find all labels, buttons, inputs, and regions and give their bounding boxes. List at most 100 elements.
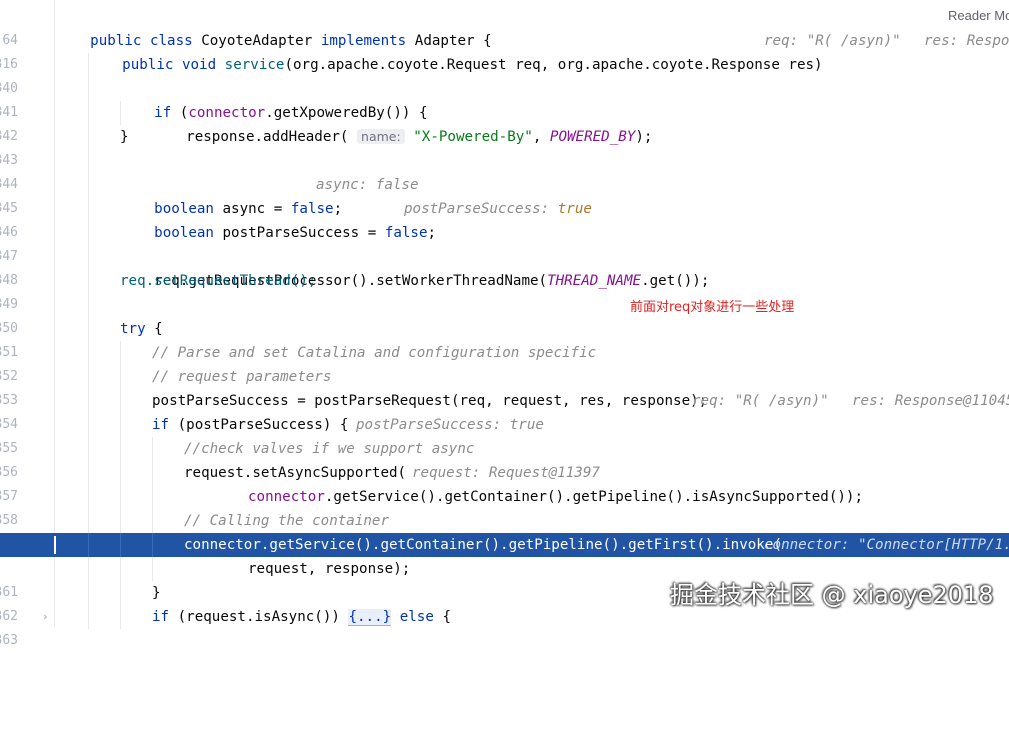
- indent-guide: [152, 509, 153, 533]
- code-line-346[interactable]: 346 boolean postParseSuccess = false; po…: [0, 197, 1009, 241]
- condition: (request.isAsync()): [177, 609, 349, 625]
- indent-guide: [120, 605, 121, 629]
- condition: (postParseSuccess) {: [177, 417, 349, 433]
- line-number[interactable]: 363: [0, 629, 18, 653]
- code-line-351[interactable]: 351 try {: [0, 317, 1009, 360]
- indent-guide: [88, 413, 89, 437]
- annotation-note: 前面对req对象进行一些处理: [630, 300, 795, 315]
- code-line-359[interactable]: 359 // Calling the container: [0, 509, 1009, 552]
- code-line-348[interactable]: 348 req.getRequestProcessor().setWorkerT…: [0, 245, 1009, 289]
- indent-guide: [120, 461, 121, 485]
- code-line-345[interactable]: 345 boolean async = false; async: false: [0, 173, 1009, 217]
- indent-guide: [88, 533, 89, 557]
- code-line-350[interactable]: 350: [0, 293, 1009, 336]
- field-ref: connector: [248, 489, 325, 505]
- indent-guide: [88, 485, 89, 509]
- debug-value-hint-value: true: [557, 201, 592, 217]
- code-line-349[interactable]: 349 req.setRequestThread();: [0, 269, 1009, 312]
- debug-value-hint: async: false: [316, 177, 419, 193]
- current-execution-line[interactable]: 360 connector.getService().getContainer(…: [0, 533, 1009, 576]
- comment: // request parameters: [152, 369, 332, 385]
- keyword: try: [120, 321, 146, 337]
- indent-guide: [120, 509, 121, 533]
- indent-guide: [88, 509, 89, 533]
- debug-value-hint: res: Response@11045: [852, 393, 1009, 409]
- indent-guide: [152, 533, 153, 557]
- indent-guide: [120, 485, 121, 509]
- indent-guide: [152, 461, 153, 485]
- code-line-354[interactable]: 354 postParseSuccess = postParseRequest(…: [0, 389, 1009, 432]
- indent-guide: [120, 581, 121, 605]
- code-line-340[interactable]: 340: [0, 53, 1009, 96]
- method-call: .getService().getContainer().getPipeline…: [324, 489, 863, 505]
- debug-value-hint: postParseSuccess: true: [356, 417, 544, 433]
- fold-chevron-icon[interactable]: ›: [42, 605, 49, 629]
- code-line-342[interactable]: 342 response.addHeader( name: "X-Powered…: [0, 101, 1009, 145]
- debug-value-hint: res: Respon: [924, 33, 1009, 49]
- code-line-355[interactable]: 355 if (postParseSuccess) { postParseSuc…: [0, 413, 1009, 456]
- indent-guide: [120, 101, 121, 125]
- indent-guide: [88, 53, 89, 77]
- text-caret: [54, 536, 56, 554]
- indent-guide: [88, 149, 89, 173]
- keyword: if: [152, 609, 178, 625]
- code-line-347[interactable]: 347: [0, 221, 1009, 264]
- keyword: if: [152, 417, 178, 433]
- method-call: request.setAsyncSupported(: [184, 465, 407, 481]
- code-line-341[interactable]: 341 if (connector.getXpoweredBy()) {: [0, 77, 1009, 121]
- indent-guide: [88, 557, 89, 581]
- code-line-316[interactable]: 316 public void service(org.apache.coyot…: [0, 29, 1009, 73]
- brace: }: [120, 129, 129, 145]
- watermark: 掘金技术社区 @ xiaoye2018: [670, 581, 994, 609]
- indent-guide: [88, 125, 89, 149]
- indent-guide: [120, 413, 121, 437]
- code-line-358[interactable]: 358 connector.getService().getContainer(…: [0, 485, 1009, 528]
- indent-guide: [88, 197, 89, 221]
- method-call: connector.getService().getContainer().ge…: [184, 537, 782, 553]
- code-line-352[interactable]: 352 // Parse and set Catalina and config…: [0, 341, 1009, 384]
- code-line-356[interactable]: 356 //check valves if we support async: [0, 437, 1009, 480]
- comment: // Parse and set Catalina and configurat…: [152, 345, 597, 361]
- code-line-64[interactable]: 64 public class CoyoteAdapter implements…: [0, 5, 1009, 49]
- brace: {: [145, 321, 163, 337]
- indent-guide: [120, 437, 121, 461]
- indent-guide: [88, 389, 89, 413]
- indent-guide: [152, 557, 153, 581]
- indent-guide: [88, 365, 89, 389]
- debug-value-hint: postParseSuccess:: [404, 201, 558, 217]
- indent-guide: [120, 341, 121, 365]
- indent-guide: [88, 581, 89, 605]
- indent-guide: [120, 365, 121, 389]
- indent-guide: [120, 557, 121, 581]
- indent-guide: [152, 485, 153, 509]
- indent-guide: [88, 269, 89, 293]
- indent-guide: [120, 533, 121, 557]
- indent-guide: [88, 605, 89, 629]
- indent-guide: [88, 437, 89, 461]
- code-line-357[interactable]: 357 request.setAsyncSupported( request: …: [0, 461, 1009, 504]
- indent-guide: [88, 317, 89, 341]
- debug-value-hint: request: Request@11397: [412, 465, 600, 481]
- debug-value-hint: req: "R( /asyn)": [692, 393, 829, 409]
- code-line-353[interactable]: 353 // request parameters: [0, 365, 1009, 408]
- code-line-344[interactable]: 344: [0, 149, 1009, 192]
- indent-guide: [88, 461, 89, 485]
- indent-guide: [88, 341, 89, 365]
- statement: postParseSuccess = postParseRequest(req,…: [152, 393, 708, 409]
- method-call: req.setRequestThread();: [120, 273, 317, 289]
- indent-guide: [88, 101, 89, 125]
- brace: }: [152, 585, 161, 601]
- indent-guide: [88, 173, 89, 197]
- keyword: else: [391, 609, 443, 625]
- indent-guide: [88, 77, 89, 101]
- debug-value-hint: req: "R( /asyn)": [764, 33, 901, 49]
- method-args: request, response);: [248, 561, 411, 577]
- indent-guide: [120, 389, 121, 413]
- indent-guide: [88, 245, 89, 269]
- indent-guide: [88, 293, 89, 317]
- folded-region[interactable]: {...}: [348, 609, 392, 626]
- indent-guide: [88, 221, 89, 245]
- brace: {: [442, 609, 451, 625]
- comment: // Calling the container: [184, 513, 389, 529]
- code-line-343[interactable]: 343 }: [0, 125, 1009, 168]
